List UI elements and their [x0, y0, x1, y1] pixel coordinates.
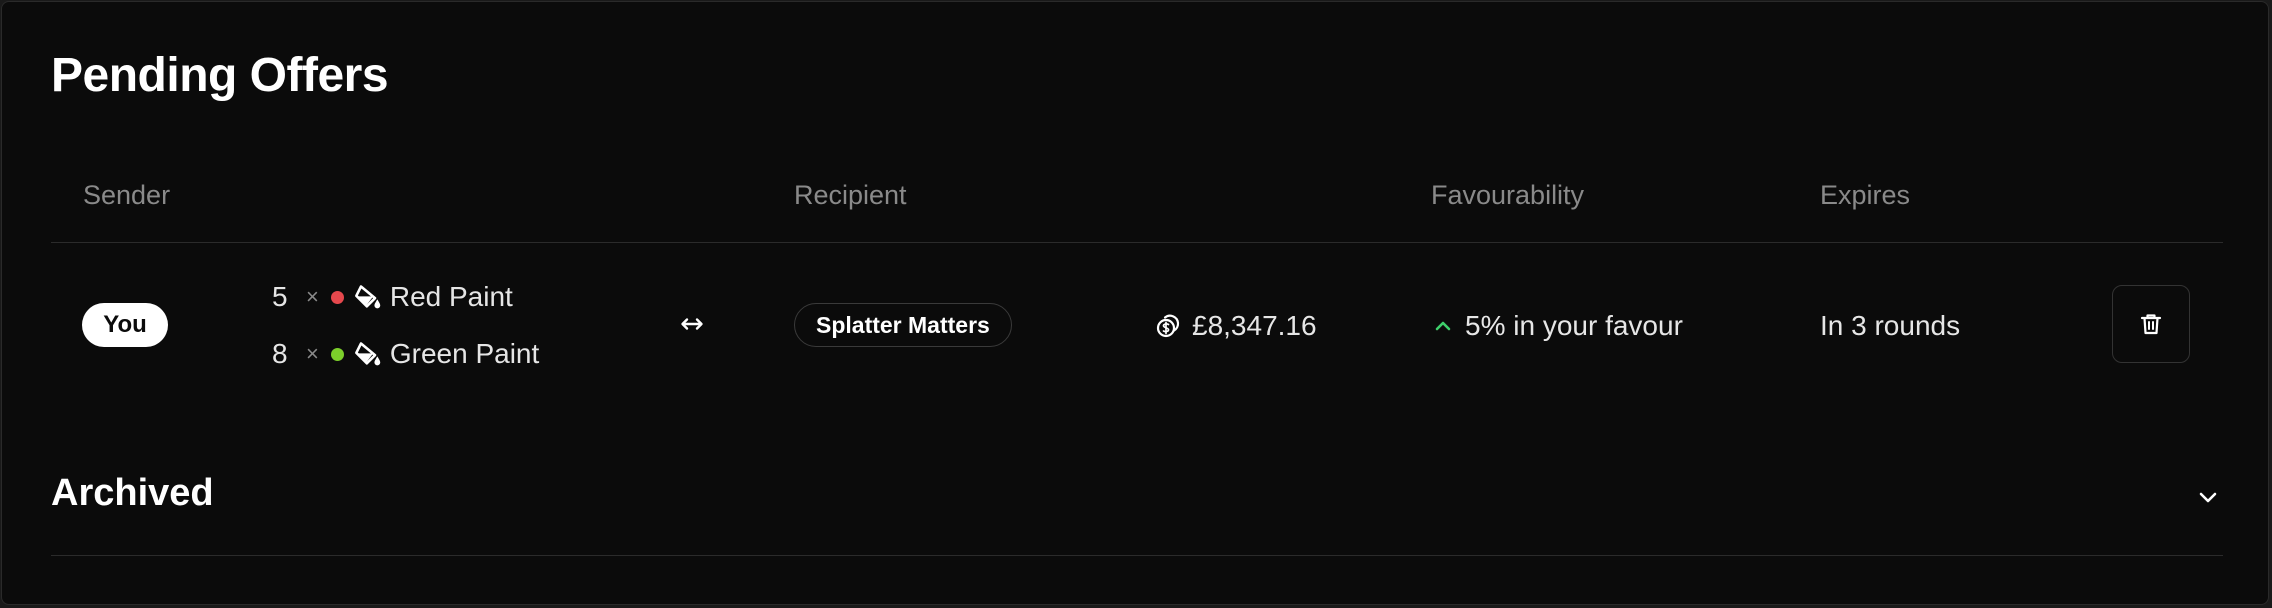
archived-divider [51, 555, 2223, 556]
archived-section-title: Archived [51, 472, 214, 514]
sender-badge: You [82, 303, 168, 347]
trash-icon [2140, 314, 2162, 335]
offer-value: £8,347.16 [1156, 306, 1317, 346]
item-quantity: 8 [272, 338, 288, 369]
column-header-sender: Sender [83, 180, 171, 210]
chevron-up-icon [1435, 321, 1451, 331]
column-header-favourability: Favourability [1431, 180, 1585, 210]
paint-bucket-icon [354, 342, 381, 366]
multiply-sign: × [306, 341, 319, 366]
favourability-indicator: 5% in your favour [1433, 306, 1683, 346]
column-header-recipient: Recipient [794, 180, 907, 210]
offers-panel: Pending Offers Sender Recipient Favourab… [1, 1, 2269, 605]
offer-item: 5 × Red Paint [272, 279, 513, 315]
multiply-sign: × [306, 284, 319, 309]
item-name: Green Paint [389, 338, 540, 369]
expires-text: In 3 rounds [1820, 310, 1961, 341]
column-header-expires: Expires [1820, 180, 1911, 210]
page-title: Pending Offers [51, 49, 389, 102]
offer-item: 8 × Green Paint [272, 336, 539, 372]
color-dot [330, 290, 344, 304]
item-quantity: 5 [272, 281, 288, 312]
item-name: Red Paint [389, 281, 513, 312]
paint-bucket-icon [354, 285, 381, 309]
color-dot [330, 347, 344, 361]
header-divider [51, 242, 2223, 243]
coins-icon [1156, 314, 1180, 338]
delete-offer-button[interactable] [2112, 285, 2190, 363]
swap-horizontal-icon [681, 318, 703, 330]
archived-toggle-button[interactable] [2192, 481, 2224, 513]
favourability-text: 5% in your favour [1465, 310, 1683, 341]
recipient-badge[interactable]: Splatter Matters [794, 303, 1012, 347]
chevron-down-icon [2199, 492, 2217, 503]
offer-value-amount: £8,347.16 [1192, 310, 1317, 341]
